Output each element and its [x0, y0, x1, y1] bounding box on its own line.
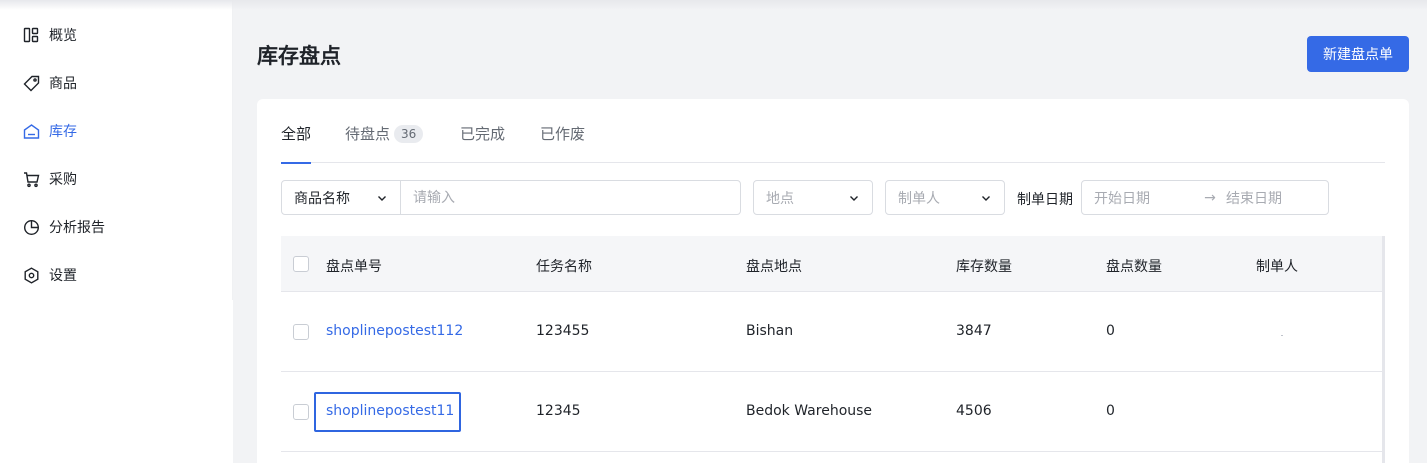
column-header-order-no: 盘点单号: [326, 259, 382, 275]
search-field-select[interactable]: 商品名称: [282, 181, 401, 214]
column-header-creator: 制单人: [1256, 259, 1298, 275]
search-filter-group: 商品名称: [281, 180, 741, 215]
sidebar-item-purchase[interactable]: 采购: [22, 167, 77, 191]
pie-chart-icon: [22, 218, 40, 236]
location-cell: Bedok Warehouse: [746, 403, 873, 419]
pending-count-badge: 36: [394, 125, 424, 143]
sidebar-item-label: 采购: [49, 172, 77, 188]
date-filter-label: 制单日期: [1017, 192, 1073, 208]
sidebar-item-label: 概览: [49, 28, 77, 44]
tab-label: 已完成: [460, 125, 506, 143]
stocktake-card: 全部 待盘点36 已完成 已作废 商品名称 地点 制单人: [257, 99, 1409, 463]
date-range-picker[interactable]: 开始日期 → 结束日期: [1081, 180, 1329, 215]
tag-icon: [22, 74, 40, 92]
select-all-checkbox[interactable]: [293, 256, 309, 272]
column-header-task-name: 任务名称: [536, 259, 592, 275]
chevron-down-icon: [378, 195, 386, 201]
chevron-down-icon: [850, 195, 858, 201]
stock-qty-cell: 4506: [956, 403, 992, 419]
settings-icon: [22, 266, 40, 284]
sidebar-item-reports[interactable]: 分析报告: [22, 215, 105, 239]
search-input[interactable]: [401, 181, 740, 214]
sidebar-item-label: 分析报告: [49, 220, 105, 236]
task-name-cell: 123455: [536, 323, 590, 339]
overview-icon: [22, 26, 40, 44]
counted-qty-cell: 0: [1106, 403, 1115, 419]
table-row: shoplinepostest11 12345 Bedok Warehouse …: [281, 372, 1382, 452]
sidebar-item-overview[interactable]: 概览: [22, 23, 77, 47]
column-header-location: 盘点地点: [746, 259, 802, 275]
tab-voided[interactable]: 已作废: [540, 123, 585, 163]
sidebar-item-inventory[interactable]: 库存: [22, 119, 77, 143]
sidebar: 概览 商品 库存 采购 分析报告 设置: [0, 0, 232, 463]
sidebar-item-settings[interactable]: 设置: [22, 263, 77, 287]
table-row: shoplinepostest112 123455 Bishan 3847 0: [281, 292, 1382, 372]
arrow-right-icon: →: [1204, 189, 1216, 206]
creator-placeholder: 制单人: [898, 190, 940, 207]
tab-label: 已作废: [540, 125, 586, 143]
search-field-value: 商品名称: [294, 190, 350, 207]
location-cell: Bishan: [746, 323, 794, 339]
order-number-link[interactable]: shoplinepostest11: [326, 403, 454, 419]
stock-qty-cell: 3847: [956, 323, 992, 339]
creator-cell: [1281, 335, 1283, 336]
task-name-cell: 12345: [536, 403, 581, 419]
sidebar-item-label: 库存: [49, 124, 77, 140]
creator-select[interactable]: 制单人: [885, 180, 1005, 215]
row-checkbox[interactable]: [293, 324, 309, 340]
sidebar-item-products[interactable]: 商品: [22, 71, 77, 95]
order-number-link[interactable]: shoplinepostest112: [326, 323, 463, 339]
tab-completed[interactable]: 已完成: [460, 123, 505, 163]
location-placeholder: 地点: [766, 190, 794, 207]
column-header-counted-qty: 盘点数量: [1106, 259, 1162, 275]
date-start[interactable]: 开始日期: [1094, 188, 1198, 208]
table-header: 盘点单号 任务名称 盘点地点 库存数量 盘点数量 制单人: [281, 236, 1382, 292]
warehouse-icon: [22, 122, 40, 140]
sidebar-item-label: 设置: [49, 268, 77, 284]
main-content: 库存盘点 新建盘点单 全部 待盘点36 已完成 已作废 商品名称 地点: [233, 0, 1427, 463]
column-header-stock-qty: 库存数量: [956, 259, 1012, 275]
tab-all[interactable]: 全部: [281, 123, 312, 164]
tab-pending[interactable]: 待盘点 36: [345, 123, 424, 163]
page-title: 库存盘点: [257, 44, 341, 68]
tab-label: 待盘点: [345, 125, 391, 143]
date-end[interactable]: 结束日期: [1226, 188, 1282, 208]
cart-icon: [22, 170, 40, 188]
tab-bar: 全部 待盘点 36 已完成 已作废: [281, 99, 1385, 164]
sidebar-item-label: 商品: [49, 76, 77, 92]
counted-qty-cell: 0: [1106, 323, 1115, 339]
tab-label: 全部: [281, 125, 312, 143]
location-select[interactable]: 地点: [753, 180, 873, 215]
new-stocktake-button[interactable]: 新建盘点单: [1307, 36, 1409, 72]
row-checkbox[interactable]: [293, 404, 309, 420]
stocktake-table: 盘点单号 任务名称 盘点地点 库存数量 盘点数量 制单人 shoplinepos…: [281, 236, 1385, 463]
chevron-down-icon: [982, 195, 990, 201]
